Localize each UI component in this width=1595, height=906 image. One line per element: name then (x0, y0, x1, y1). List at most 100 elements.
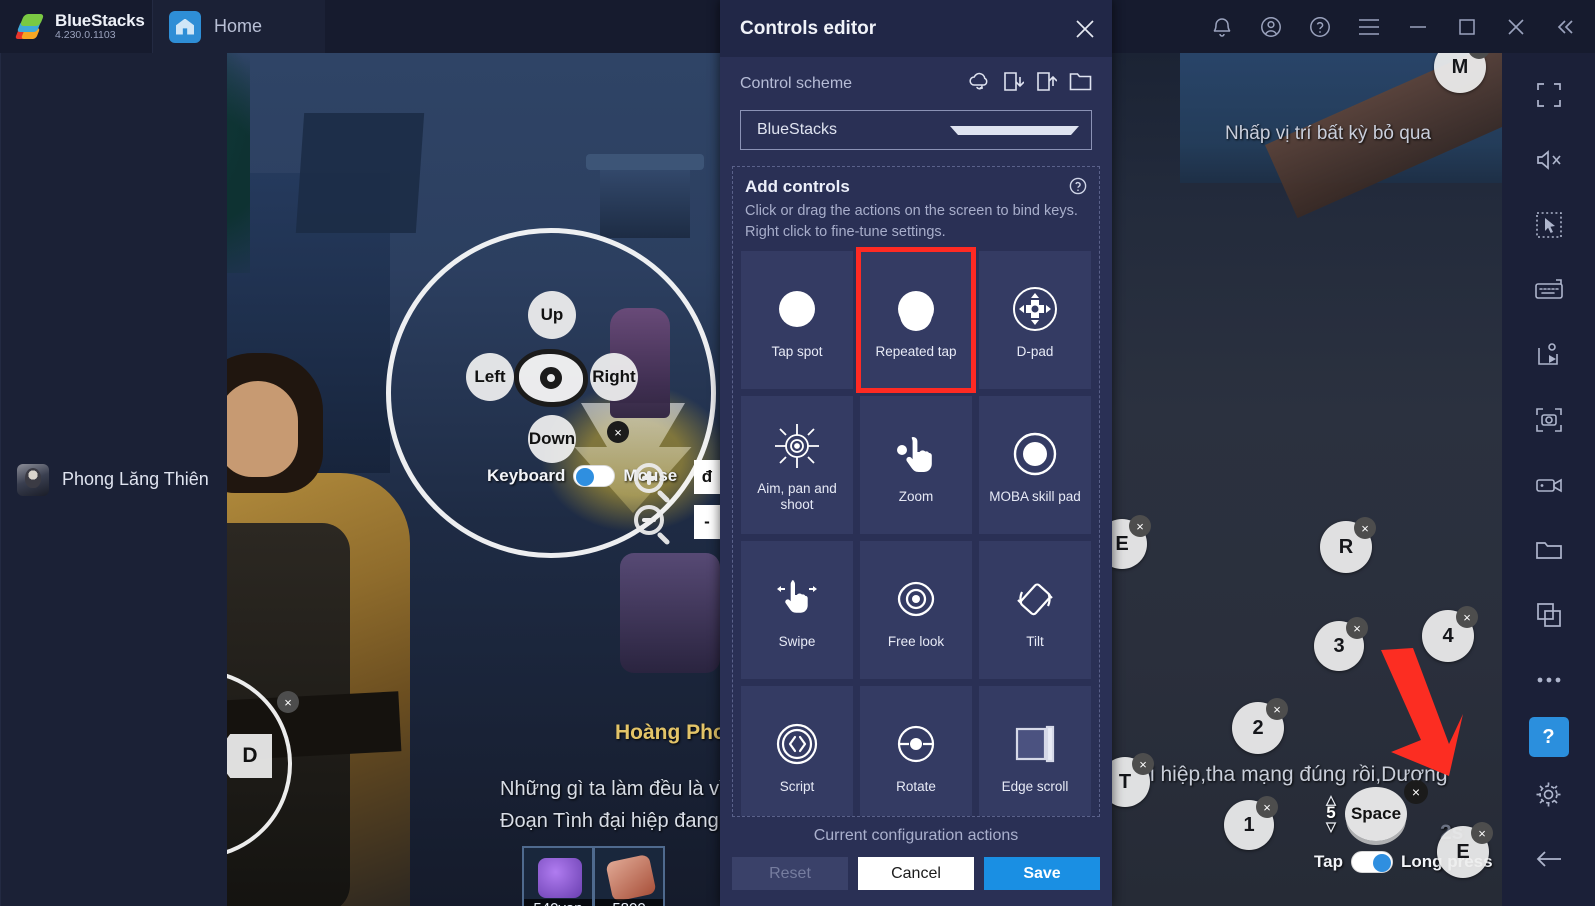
overlay-key-r[interactable]: R × (1320, 517, 1376, 573)
maximize-button[interactable] (1442, 0, 1491, 53)
settings-gear-icon[interactable] (1521, 766, 1577, 822)
d-pad-icon (1011, 280, 1059, 338)
tile-label: D-pad (1016, 344, 1054, 360)
chevron-down-icon[interactable] (950, 125, 1080, 135)
overlay-key-label: 3 (1333, 634, 1345, 657)
close-icon[interactable]: × (607, 421, 629, 443)
close-icon[interactable]: × (1412, 784, 1420, 800)
dpad-right-button[interactable]: Right (590, 353, 638, 401)
space-remove-button[interactable]: × (1404, 780, 1428, 804)
zoom-in-icon[interactable] (634, 463, 664, 493)
record-video-icon[interactable] (1521, 457, 1577, 513)
close-icon[interactable]: × (1266, 698, 1288, 720)
zoom-gesture-icon (893, 425, 939, 483)
dpad-center-handle[interactable] (514, 349, 588, 407)
aim-pan-shoot-icon (772, 417, 822, 475)
help-icon[interactable] (1295, 0, 1344, 53)
menu-icon[interactable] (1344, 0, 1393, 53)
mute-icon[interactable] (1521, 132, 1577, 188)
hud-item-slot[interactable]: 5800 (593, 846, 665, 906)
tile-label: Edge scroll (1001, 779, 1069, 795)
tile-zoom[interactable]: Zoom (860, 396, 972, 535)
add-controls-section: Add controls Click or drag the actions o… (732, 166, 1100, 817)
tab-game[interactable]: Phong Lăng Thiên Hạ (0, 53, 227, 906)
keyboard-controls-icon[interactable] (1521, 262, 1577, 318)
media-folder-icon[interactable] (1521, 522, 1577, 578)
tile-d-pad[interactable]: D-pad (979, 251, 1091, 390)
dpad-down-button[interactable]: Down (528, 415, 576, 463)
macro-play-icon[interactable] (1521, 327, 1577, 383)
hud-item-count: 5800 (595, 899, 663, 906)
dpad-up-button[interactable]: Up (528, 291, 576, 339)
overlay-key-1[interactable]: 1 × (1224, 796, 1278, 850)
cloud-sync-icon[interactable] (968, 72, 991, 96)
space-key-control[interactable]: Space (1345, 787, 1407, 841)
tile-free-look[interactable]: Free look (860, 541, 972, 680)
close-icon[interactable]: × (1354, 517, 1376, 539)
overlay-key-label: 4 (1442, 624, 1454, 647)
control-scheme-section: Control scheme BlueStacks (720, 57, 1112, 166)
fullscreen-icon[interactable] (1521, 67, 1577, 123)
tap-longpress-switch[interactable] (1350, 851, 1393, 873)
zoom-out-key-chip[interactable]: - (694, 505, 720, 539)
hud-item-slot[interactable]: 540vạn (522, 846, 594, 906)
overlay-key-3[interactable]: 3 × (1314, 617, 1368, 671)
close-icon[interactable]: × (1129, 515, 1151, 537)
overlay-key-4[interactable]: 4 × (1422, 606, 1478, 662)
cursor-select-icon[interactable] (1521, 197, 1577, 253)
dpad-left-button[interactable]: Left (466, 353, 514, 401)
panel-close-button[interactable] (1074, 18, 1096, 40)
tile-moba-skill-pad[interactable]: MOBA skill pad (979, 396, 1091, 535)
close-icon[interactable]: × (1132, 753, 1154, 775)
overlay-key-2[interactable]: 2 × (1232, 698, 1288, 754)
folder-icon[interactable] (1069, 72, 1092, 96)
tile-script[interactable]: Script (741, 686, 853, 816)
export-icon[interactable] (1036, 71, 1058, 97)
overlay-key-e[interactable]: E × (1437, 822, 1493, 878)
tile-rotate[interactable]: Rotate (860, 686, 972, 816)
close-icon[interactable]: × (1456, 606, 1478, 628)
close-icon[interactable]: × (284, 695, 292, 710)
tile-swipe[interactable]: Swipe (741, 541, 853, 680)
keyboard-mouse-switch[interactable] (573, 465, 616, 487)
cancel-button[interactable]: Cancel (858, 857, 974, 890)
reset-button[interactable]: Reset (732, 857, 848, 890)
account-icon[interactable] (1246, 0, 1295, 53)
tab-home[interactable]: Home (152, 0, 325, 53)
more-options-icon[interactable] (1521, 652, 1577, 708)
scene-pagoda (586, 154, 704, 238)
close-icon[interactable]: × (1346, 617, 1368, 639)
close-button[interactable] (1491, 0, 1540, 53)
help-icon[interactable]: ? (1528, 717, 1569, 757)
zoom-in-key-chip[interactable]: đ (694, 460, 720, 494)
screenshot-icon[interactable] (1521, 392, 1577, 448)
panel-footer: Current configuration actions Reset Canc… (720, 817, 1112, 906)
close-icon[interactable]: × (1471, 822, 1493, 844)
free-look-icon (892, 570, 940, 628)
edge-scroll-icon (1011, 715, 1059, 773)
notifications-icon[interactable] (1197, 0, 1246, 53)
collapse-sidebar-button[interactable] (1540, 0, 1589, 53)
close-icon[interactable]: × (1256, 796, 1278, 818)
minimize-button[interactable] (1393, 0, 1442, 53)
tile-label: Repeated tap (875, 344, 957, 360)
app-version: 4.230.0.1103 (55, 29, 116, 42)
wasd-remove-button[interactable]: × (277, 691, 299, 713)
back-arrow-icon[interactable] (1521, 831, 1577, 887)
tile-edge-scroll[interactable]: Edge scroll (979, 686, 1091, 816)
control-scheme-select[interactable]: BlueStacks (740, 110, 1092, 150)
chevron-down-icon[interactable]: ▽ (1326, 820, 1336, 833)
tile-tilt[interactable]: Tilt (979, 541, 1091, 680)
tile-repeated-tap[interactable]: Repeated tap (856, 247, 976, 394)
import-icon[interactable] (1003, 71, 1025, 97)
tile-tap-spot[interactable]: Tap spot (741, 251, 853, 390)
save-button[interactable]: Save (984, 857, 1100, 890)
question-circle-icon[interactable] (1069, 177, 1087, 200)
repeat-count-stepper[interactable]: △ 5 ▽ (1326, 793, 1336, 833)
tile-aim-pan-and-shoot[interactable]: Aim, pan and shoot (741, 396, 853, 535)
multi-instance-icon[interactable] (1521, 587, 1577, 643)
panel-header: Controls editor (720, 0, 1112, 57)
swipe-icon (774, 570, 820, 628)
zoom-out-icon[interactable] (634, 505, 664, 535)
dpad-toggle-left-label: Keyboard (487, 466, 566, 485)
